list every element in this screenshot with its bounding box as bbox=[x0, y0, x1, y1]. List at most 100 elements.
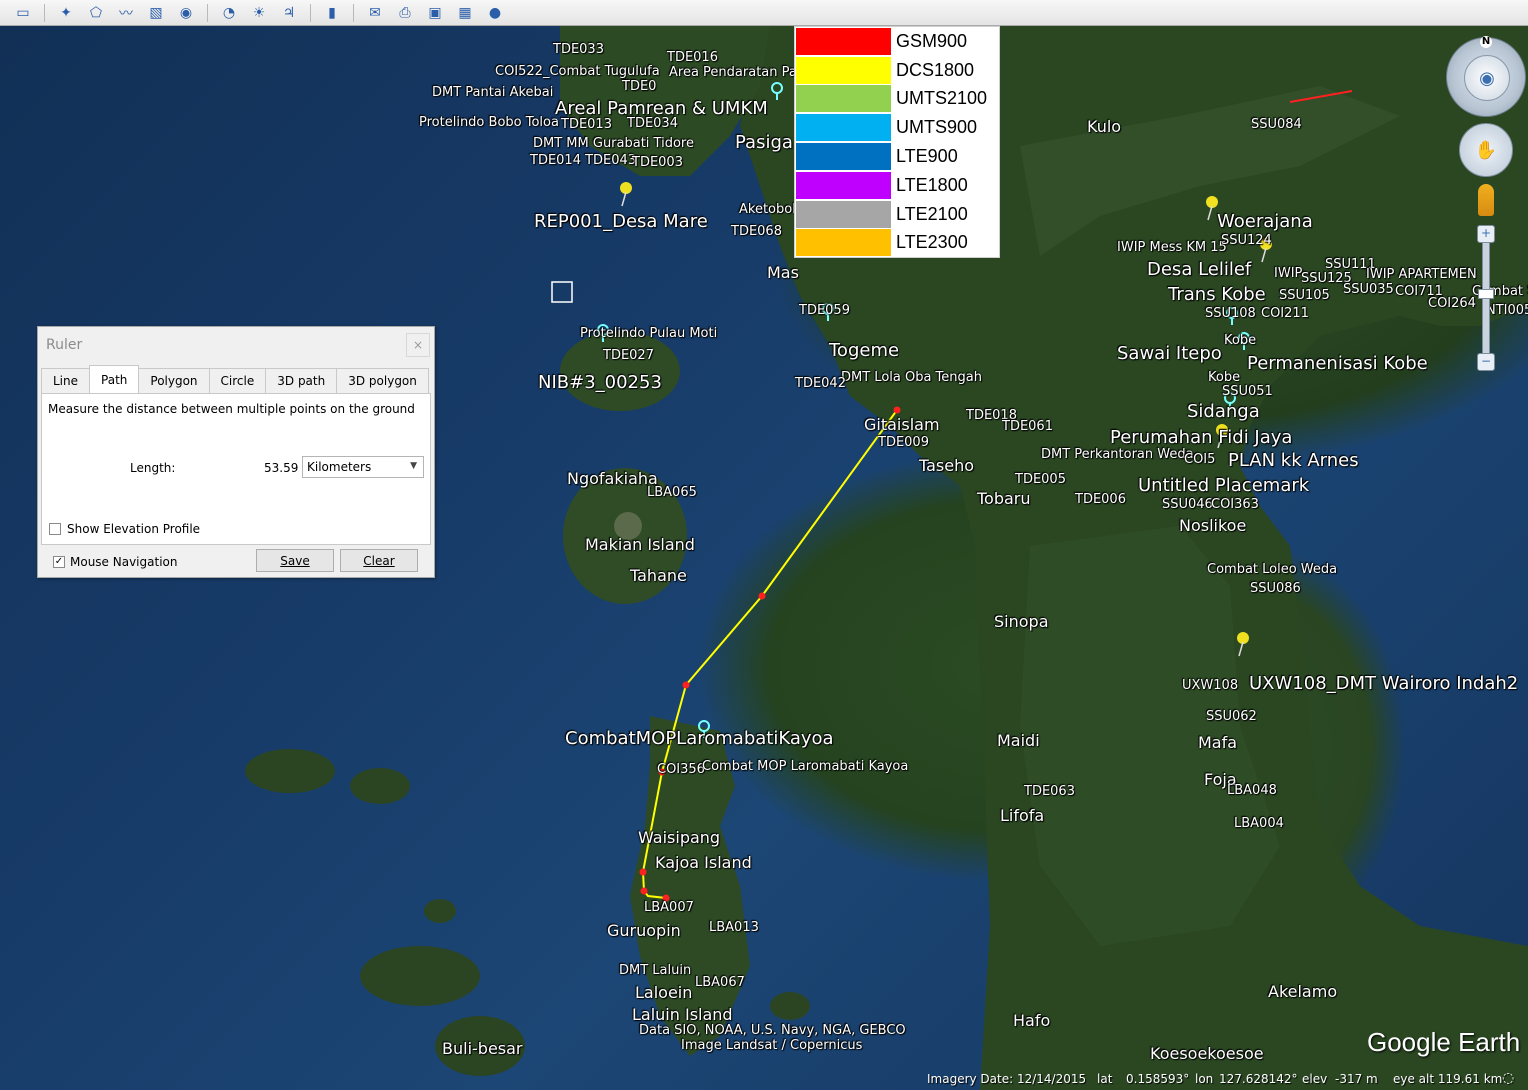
map-place-label[interactable]: TDE016 bbox=[667, 50, 718, 65]
map-place-label[interactable]: SSU051 bbox=[1222, 384, 1273, 399]
map-place-label[interactable]: TDE059 bbox=[799, 303, 850, 318]
map-place-label[interactable]: Lifofa bbox=[1000, 806, 1044, 825]
units-select[interactable]: Kilometers ▼ bbox=[302, 456, 424, 478]
map-place-label[interactable]: TDE006 bbox=[1075, 492, 1126, 507]
map-place-label[interactable]: TDE014 TDE043 bbox=[530, 153, 636, 168]
map-place-label[interactable]: TDE034 bbox=[627, 116, 678, 131]
map-place-label[interactable]: Koesoekoesoe bbox=[1150, 1044, 1264, 1063]
map-place-label[interactable]: SSU086 bbox=[1250, 581, 1301, 596]
zoom-thumb[interactable] bbox=[1478, 289, 1494, 299]
map-place-label[interactable]: IWIP APARTEMEN bbox=[1366, 267, 1477, 282]
map-place-label[interactable]: SSU046 bbox=[1162, 497, 1213, 512]
tab-polygon[interactable]: Polygon bbox=[138, 368, 210, 393]
map-place-label[interactable]: Kobe bbox=[1208, 370, 1240, 385]
map-place-label[interactable]: Guruopin bbox=[607, 921, 681, 940]
map-place-label[interactable]: SSU105 bbox=[1279, 288, 1330, 303]
map-place-label[interactable]: TDE003 bbox=[632, 155, 683, 170]
map-place-label[interactable]: TDE013 bbox=[561, 117, 612, 132]
map-place-label[interactable]: Taseho bbox=[919, 456, 974, 475]
map-place-label[interactable]: DMT Lola Oba Tengah bbox=[841, 370, 982, 385]
map-place-label[interactable]: Hafo bbox=[1013, 1011, 1050, 1030]
map-place-label[interactable]: Data SIO, NOAA, U.S. Navy, NGA, GEBCO bbox=[639, 1023, 906, 1038]
map-place-label[interactable]: Noslikoe bbox=[1179, 516, 1246, 535]
zoom-slider[interactable]: + − bbox=[1477, 225, 1495, 371]
map-place-label[interactable]: LBA004 bbox=[1234, 816, 1284, 831]
add-path-icon[interactable]: 〰 bbox=[113, 1, 139, 25]
look-icon[interactable]: ◉ bbox=[1464, 55, 1510, 101]
map-place-label[interactable]: COI522_Combat Tugulufa bbox=[495, 64, 660, 79]
map-place-label[interactable]: TDE063 bbox=[1024, 784, 1075, 799]
map-place-label[interactable]: Gitaislam bbox=[864, 415, 940, 434]
view-in-maps-icon[interactable]: ▦ bbox=[452, 1, 478, 25]
map-place-label[interactable]: Combat Loleo Weda bbox=[1207, 562, 1337, 577]
map-place-label[interactable]: CombatMOPLaromabatiKayoa bbox=[565, 728, 834, 749]
map-place-label[interactable]: LBA013 bbox=[709, 920, 759, 935]
map-place-label[interactable]: SSU035 bbox=[1343, 282, 1394, 297]
map-place-label[interactable]: LBA007 bbox=[644, 900, 694, 915]
ruler-icon[interactable]: ▮ bbox=[319, 1, 345, 25]
map-place-label[interactable]: LBA048 bbox=[1227, 783, 1277, 798]
zoom-in-icon[interactable]: + bbox=[1477, 225, 1495, 243]
map-place-label[interactable]: DMT Pantai Akebai bbox=[432, 85, 553, 100]
map-place-label[interactable]: Area Pendaratan Par bbox=[669, 65, 802, 80]
map-place-label[interactable]: PLAN kk Arnes bbox=[1228, 450, 1359, 471]
map-place-label[interactable]: Tobaru bbox=[977, 489, 1031, 508]
map-place-label[interactable]: NTI005 bbox=[1486, 303, 1528, 318]
tab-3d-path[interactable]: 3D path bbox=[265, 368, 338, 393]
map-place-label[interactable]: Combat MOP Laromabati Kayoa bbox=[702, 759, 908, 774]
map-place-label[interactable]: Perumahan Fidi Jaya bbox=[1110, 427, 1292, 448]
email-icon[interactable]: ✉ bbox=[362, 1, 388, 25]
street-view-pegman-icon[interactable] bbox=[1478, 184, 1494, 216]
map-place-label[interactable]: UXW108 bbox=[1182, 678, 1238, 693]
map-place-label[interactable]: TDE033 bbox=[553, 42, 604, 57]
print-icon[interactable]: ⎙ bbox=[392, 1, 418, 25]
map-place-label[interactable]: Buli-besar bbox=[442, 1039, 523, 1058]
map-place-label[interactable]: COI356 bbox=[657, 762, 705, 777]
map-place-label[interactable]: TDE005 bbox=[1015, 472, 1066, 487]
mouse-navigation-checkbox[interactable]: ✓ bbox=[53, 556, 65, 568]
map-place-label[interactable]: COI5 bbox=[1184, 452, 1215, 467]
save-button[interactable]: Save bbox=[256, 549, 334, 572]
map-place-label[interactable]: Ngofakiaha bbox=[567, 469, 658, 488]
add-placemark-icon[interactable]: ✦ bbox=[53, 1, 79, 25]
map-place-label[interactable]: UXW108_DMT Wairoro Indah2 bbox=[1249, 673, 1518, 694]
tab-path[interactable]: Path bbox=[89, 365, 140, 393]
map-place-label[interactable]: Protelindo Bobo Toloa bbox=[419, 115, 559, 130]
map-place-label[interactable]: Akelamo bbox=[1268, 982, 1337, 1001]
map-place-label[interactable]: Pasiga bbox=[735, 132, 793, 153]
map-place-label[interactable]: Togeme bbox=[829, 340, 899, 361]
map-place-label[interactable]: SSU124 bbox=[1221, 233, 1272, 248]
map-place-label[interactable]: Protelindo Pulau Moti bbox=[580, 326, 717, 341]
map-place-label[interactable]: LBA065 bbox=[647, 485, 697, 500]
earth-icon[interactable]: ● bbox=[482, 1, 508, 25]
map-place-label[interactable]: IWIP bbox=[1274, 266, 1302, 281]
map-place-label[interactable]: LBA067 bbox=[695, 975, 745, 990]
map-place-label[interactable]: COI264 bbox=[1428, 296, 1476, 311]
zoom-out-icon[interactable]: − bbox=[1477, 353, 1495, 371]
map-place-label[interactable]: Kulo bbox=[1087, 117, 1121, 136]
map-place-label[interactable]: DMT Laluin bbox=[619, 963, 691, 978]
map-place-label[interactable]: Sawai Itepo bbox=[1117, 343, 1222, 364]
map-place-label[interactable]: Kajoa Island bbox=[655, 853, 752, 872]
map-place-label[interactable]: DMT MM Gurabati Tidore bbox=[533, 136, 694, 151]
map-place-label[interactable]: TDE068 bbox=[731, 224, 782, 239]
record-tour-icon[interactable]: ◉ bbox=[173, 1, 199, 25]
map-place-label[interactable]: Desa Lelilef bbox=[1147, 259, 1251, 280]
map-place-label[interactable]: Trans Kobe bbox=[1168, 284, 1266, 305]
map-place-label[interactable]: REP001_Desa Mare bbox=[534, 211, 708, 232]
compass-control[interactable]: N ◉ bbox=[1446, 36, 1526, 117]
map-place-label[interactable]: TDE042 bbox=[795, 376, 846, 391]
close-icon[interactable]: × bbox=[406, 333, 430, 357]
map-place-label[interactable]: Untitled Placemark bbox=[1138, 475, 1309, 496]
sunlight-icon[interactable]: ☀ bbox=[246, 1, 272, 25]
map-place-label[interactable]: Waisipang bbox=[638, 828, 720, 847]
pan-control[interactable]: ✋ bbox=[1459, 123, 1513, 177]
add-image-overlay-icon[interactable]: ▧ bbox=[143, 1, 169, 25]
map-place-label[interactable]: Mafa bbox=[1198, 733, 1237, 752]
save-image-icon[interactable]: ▣ bbox=[422, 1, 448, 25]
map-place-label[interactable]: Image Landsat / Copernicus bbox=[681, 1038, 862, 1053]
map-place-label[interactable]: COI363 bbox=[1211, 497, 1259, 512]
map-place-label[interactable]: Kobe bbox=[1224, 333, 1256, 348]
map-place-label[interactable]: Woerajana bbox=[1217, 211, 1313, 232]
elevation-profile-checkbox[interactable] bbox=[49, 523, 61, 535]
